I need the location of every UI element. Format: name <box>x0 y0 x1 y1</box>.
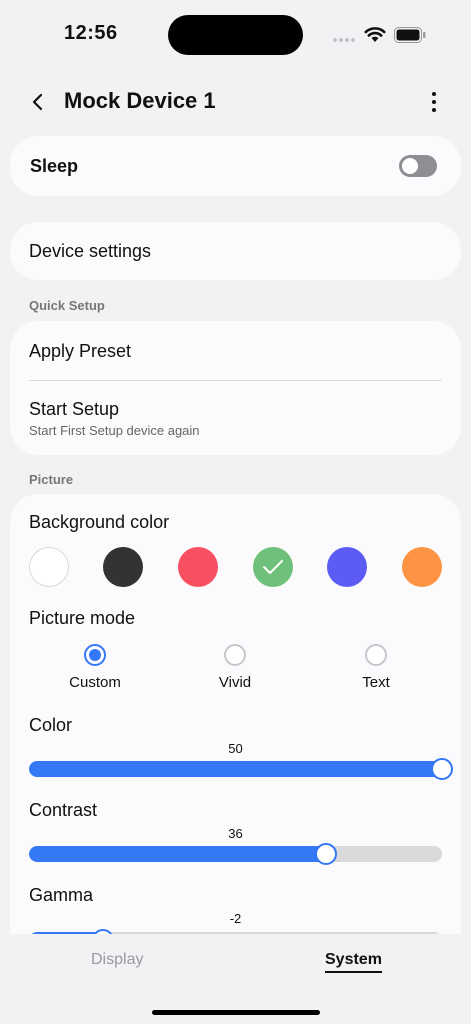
slider-thumb[interactable] <box>431 758 453 780</box>
start-setup-subtitle: Start First Setup device again <box>29 423 200 438</box>
home-indicator <box>152 1010 320 1015</box>
divider <box>29 380 442 381</box>
quick-setup-card: Apply Preset Start Setup Start First Set… <box>10 321 461 455</box>
slider-thumb[interactable] <box>315 843 337 865</box>
slider-track <box>29 761 442 777</box>
color-swatch-green[interactable] <box>253 547 293 587</box>
radio-vivid[interactable]: Vivid <box>185 644 285 691</box>
picture-mode-radio-group: Custom Vivid Text <box>10 644 461 698</box>
more-options-icon[interactable] <box>420 88 448 116</box>
gamma-value: -2 <box>229 911 242 926</box>
color-slider[interactable] <box>29 758 453 780</box>
dynamic-island <box>168 15 303 55</box>
back-button[interactable] <box>24 88 52 116</box>
radio-custom[interactable]: Custom <box>45 644 145 691</box>
status-bar: 12:56 <box>0 0 471 70</box>
sleep-label: Sleep <box>30 156 79 176</box>
status-time: 12:56 <box>64 22 118 44</box>
apply-preset-row[interactable]: Apply Preset <box>29 341 131 362</box>
sleep-toggle[interactable] <box>399 155 437 177</box>
color-swatch-red[interactable] <box>178 547 218 587</box>
radio-label: Vivid <box>218 674 252 691</box>
picture-section-label: Picture <box>29 472 74 487</box>
radio-button[interactable] <box>84 644 106 666</box>
radio-button[interactable] <box>224 644 246 666</box>
toggle-knob <box>402 158 418 174</box>
contrast-label: Contrast <box>29 800 98 820</box>
radio-text[interactable]: Text <box>326 644 426 691</box>
slider-track <box>29 846 442 862</box>
color-label: Color <box>29 715 73 735</box>
checkmark-icon <box>263 560 283 574</box>
picture-mode-label: Picture mode <box>29 608 136 628</box>
tab-system[interactable]: System <box>325 951 382 973</box>
radio-label: Custom <box>69 674 121 691</box>
gamma-label: Gamma <box>29 885 94 905</box>
radio-label: Text <box>362 674 390 691</box>
device-settings-label: Device settings <box>29 241 152 261</box>
color-swatch-orange[interactable] <box>402 547 442 587</box>
color-value: 50 <box>228 741 243 756</box>
background-color-label: Background color <box>29 512 170 532</box>
radio-button[interactable] <box>365 644 387 666</box>
wifi-icon <box>364 27 386 42</box>
sleep-card: Sleep <box>10 136 461 196</box>
device-settings-row[interactable]: Device settings <box>10 222 461 280</box>
contrast-value: 36 <box>228 826 243 841</box>
tab-display[interactable]: Display <box>91 951 143 969</box>
battery-icon <box>394 27 426 43</box>
slider-fill <box>29 761 442 777</box>
page-title: Mock Device 1 <box>64 88 216 113</box>
start-setup-row[interactable]: Start Setup <box>29 399 119 420</box>
signal-icon <box>333 38 355 42</box>
header: Mock Device 1 <box>0 80 471 124</box>
color-swatch-blue[interactable] <box>327 547 367 587</box>
slider-fill <box>29 846 326 862</box>
chevron-left-icon <box>32 93 43 111</box>
quick-setup-section-label: Quick Setup <box>29 298 105 313</box>
color-swatch-black[interactable] <box>103 547 143 587</box>
contrast-slider[interactable] <box>29 843 442 865</box>
bottom-tab-bar: Display System <box>0 934 471 1024</box>
color-swatch-white[interactable] <box>29 547 69 587</box>
